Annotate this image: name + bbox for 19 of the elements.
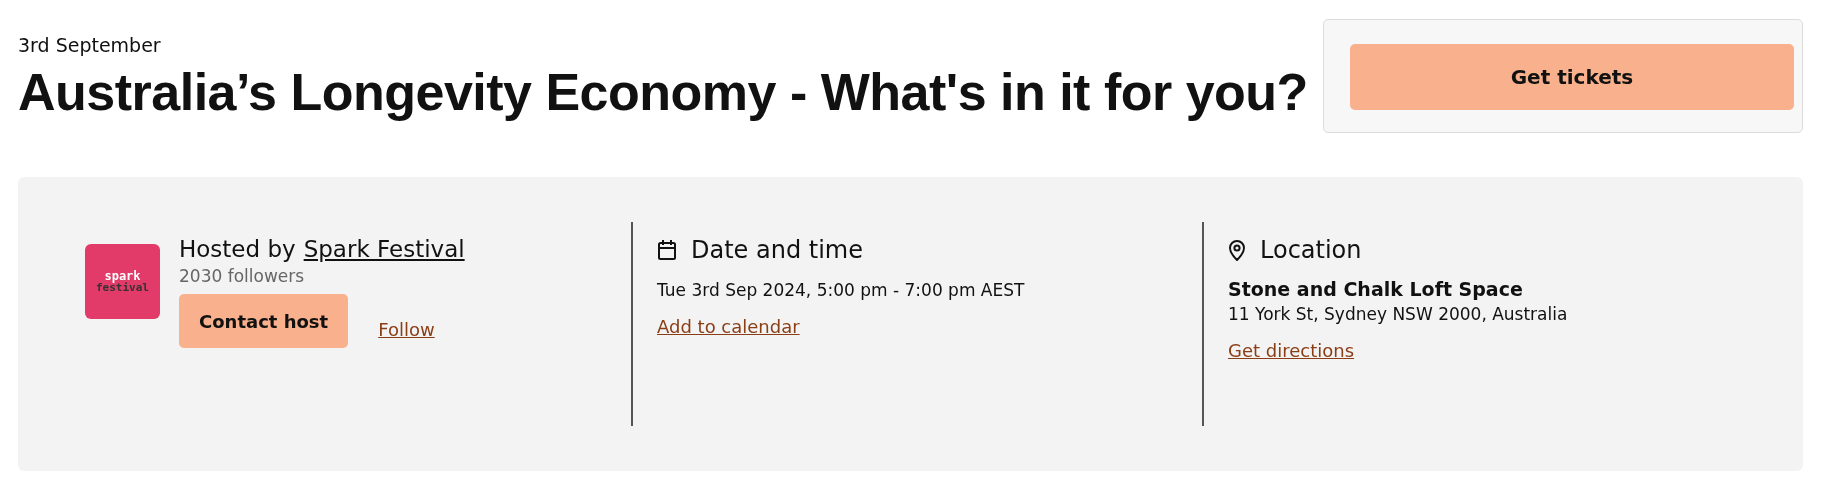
logo-text: spark xyxy=(104,270,141,282)
location-heading: Location xyxy=(1260,236,1362,264)
hosted-by-label: Hosted by xyxy=(179,236,296,262)
venue-address: 11 York St, Sydney NSW 2000, Australia xyxy=(1228,304,1569,324)
calendar-icon xyxy=(657,239,677,261)
event-title: Australia’s Longevity Economy - What's in it for you? xyxy=(18,62,1308,122)
follower-count: 2030 followers xyxy=(179,266,306,286)
event-datetime: Tue 3rd Sep 2024, 5:00 pm - 7:00 pm AEST xyxy=(657,280,1026,300)
get-directions-link[interactable]: Get directions xyxy=(1228,340,1355,361)
add-to-calendar-link[interactable]: Add to calendar xyxy=(657,316,800,337)
event-date: 3rd September xyxy=(18,34,162,56)
contact-host-button[interactable]: Contact host xyxy=(179,294,349,348)
get-tickets-button[interactable]: Get tickets xyxy=(1350,44,1794,110)
date-time-heading: Date and time xyxy=(691,236,863,264)
location-pin-icon xyxy=(1228,239,1246,261)
venue-name: Stone and Chalk Loft Space xyxy=(1228,278,1524,300)
logo-text: festival xyxy=(96,282,149,293)
host-name-link[interactable]: Spark Festival xyxy=(303,236,465,262)
follow-link[interactable]: Follow xyxy=(378,318,435,340)
